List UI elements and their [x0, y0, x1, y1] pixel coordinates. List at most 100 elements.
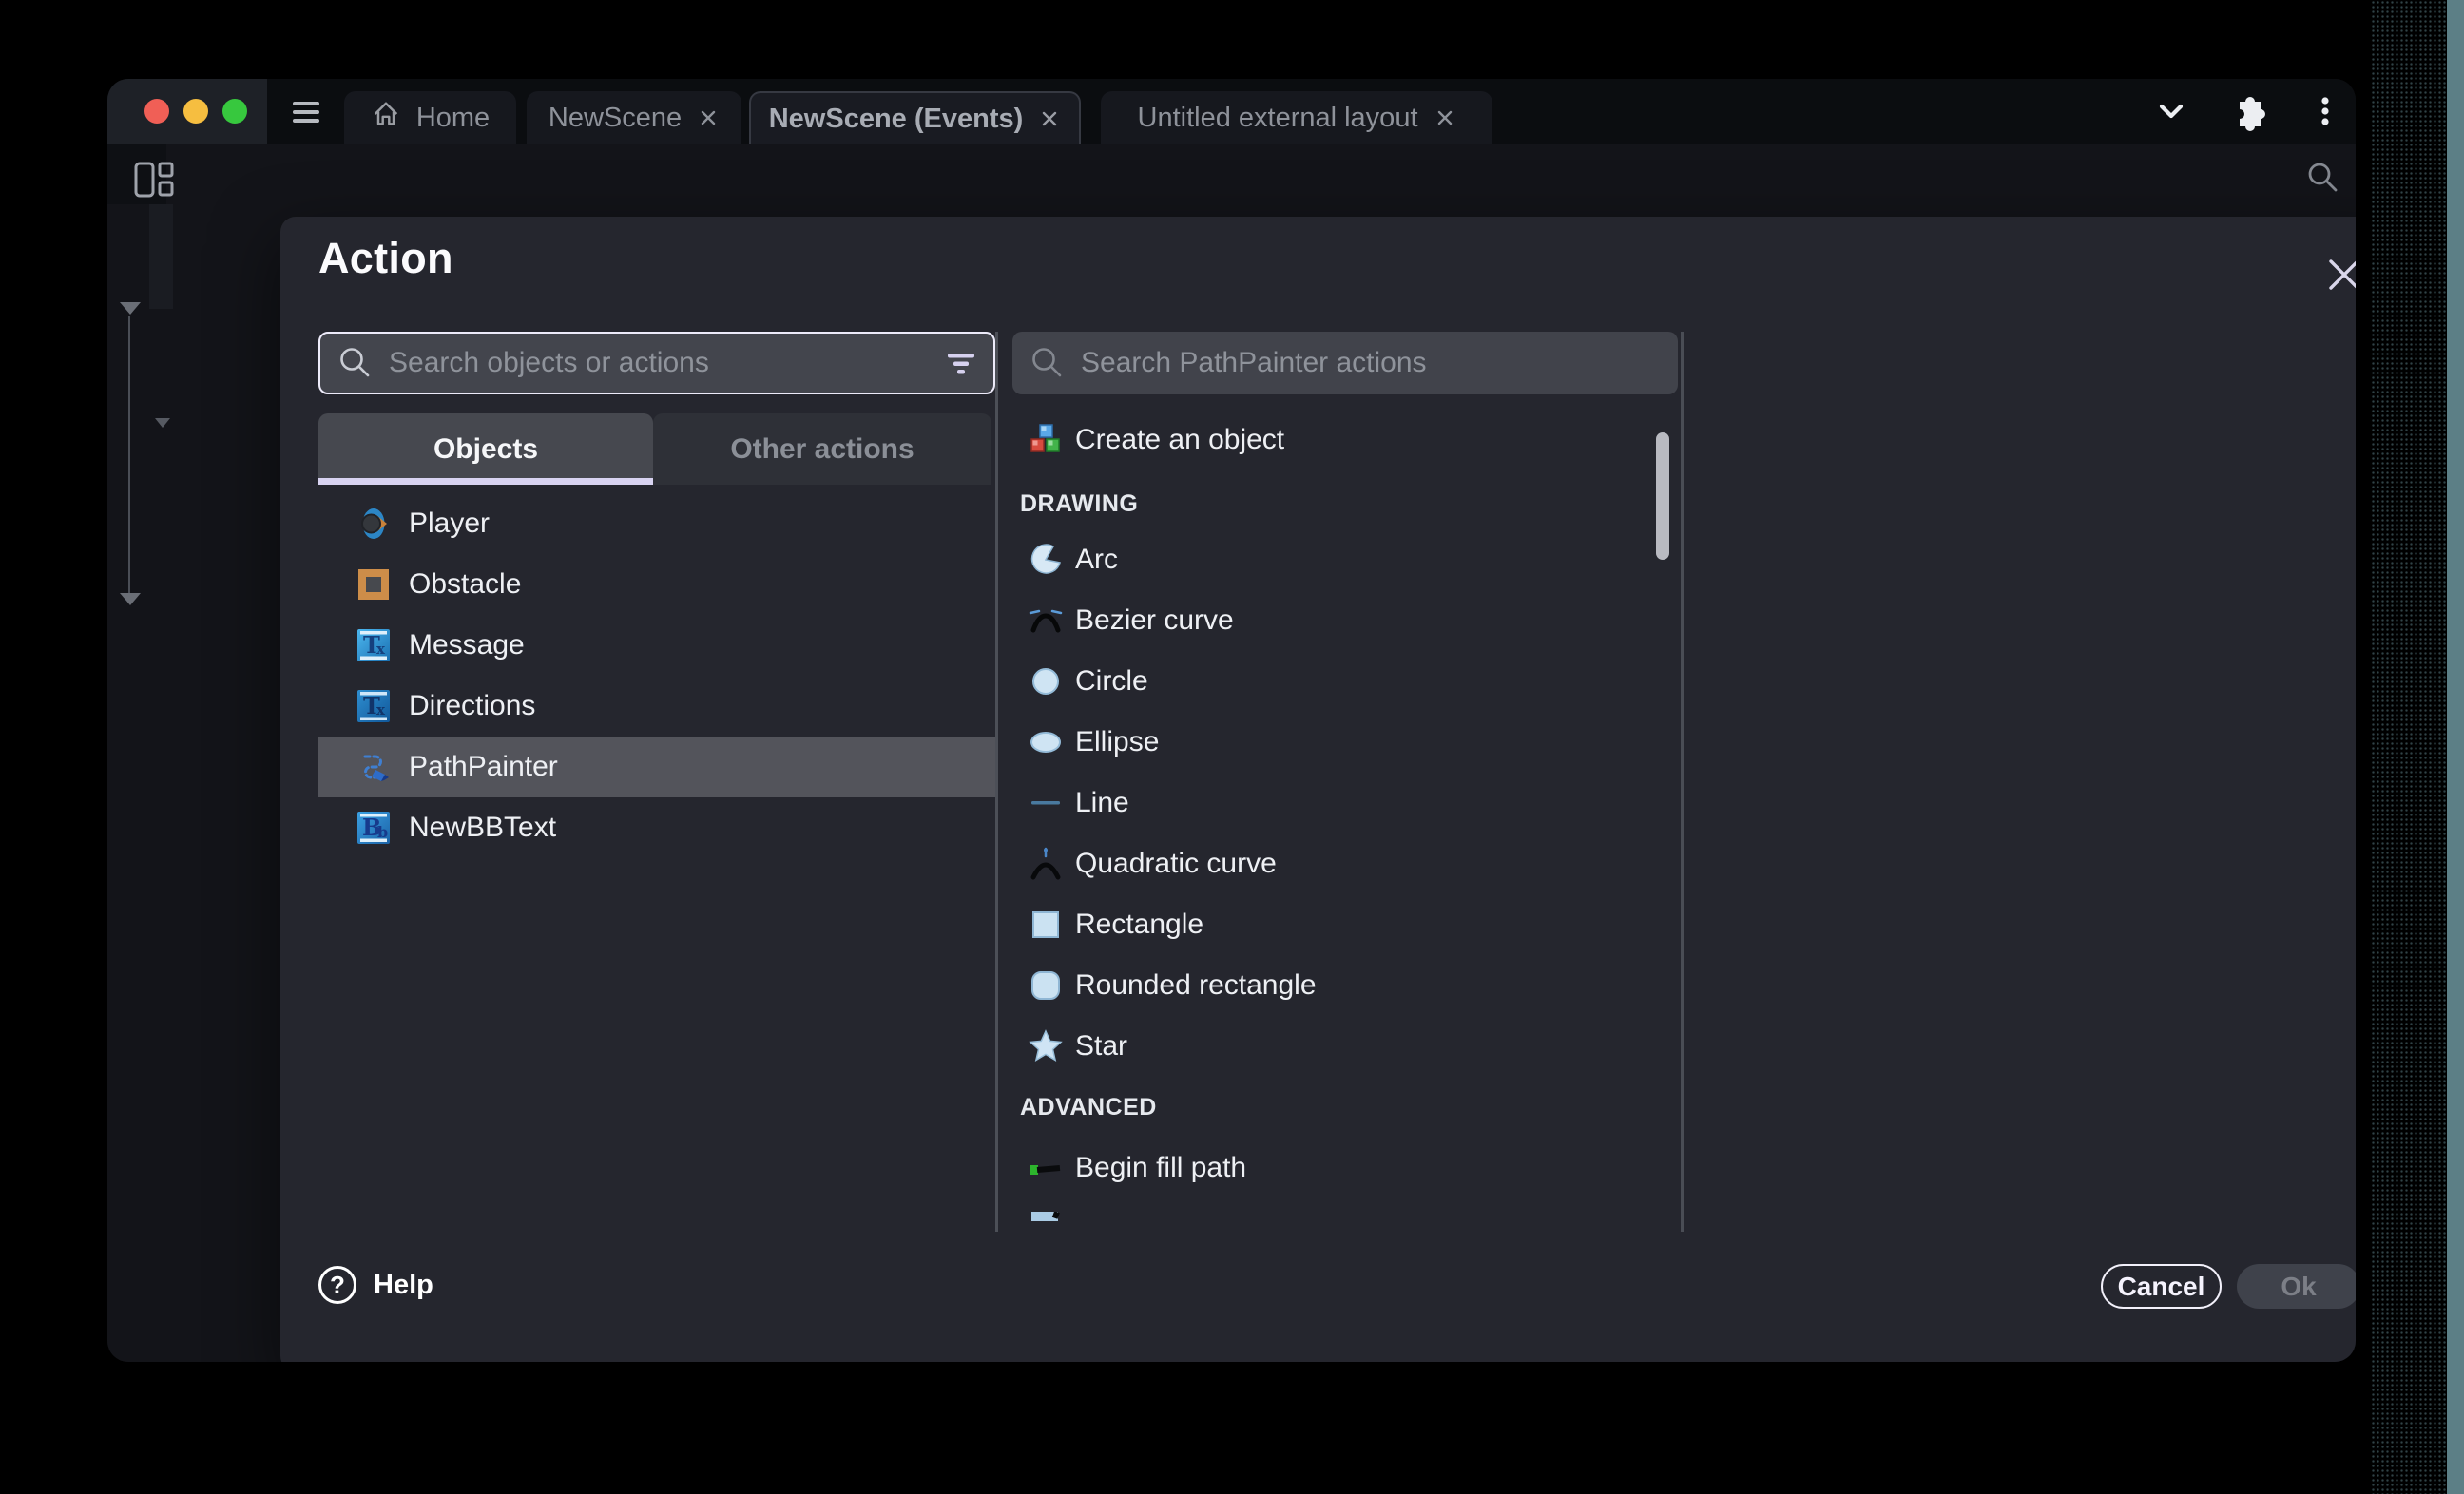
- object-search-box: [318, 332, 995, 394]
- arc-icon: [1029, 543, 1063, 577]
- action-item-begin-fill-path[interactable]: Begin fill path: [1012, 1138, 1673, 1198]
- action-item-create-object[interactable]: Create an object: [1012, 410, 1673, 470]
- action-item-quadratic-curve[interactable]: Quadratic curve: [1012, 833, 1673, 894]
- action-item-label: Arc: [1075, 544, 1118, 576]
- tab-label: Untitled external layout: [1138, 103, 1418, 134]
- events-search-icon[interactable]: [2304, 160, 2340, 196]
- svg-text:b: b: [377, 823, 388, 841]
- object-item-message[interactable]: T x Message: [318, 615, 995, 676]
- close-dialog-icon[interactable]: [2320, 251, 2356, 298]
- wallpaper-strip: [2447, 0, 2464, 1494]
- panel-divider: [995, 332, 998, 1232]
- tab-label: Other actions: [730, 433, 914, 466]
- action-item-label: Rectangle: [1075, 909, 1203, 941]
- desktop-background: Home NewScene NewScene (Events) Untitled…: [0, 0, 2464, 1494]
- tab-newscene[interactable]: NewScene: [527, 91, 741, 144]
- action-item-label: Ellipse: [1075, 726, 1159, 758]
- tab-label: NewScene: [549, 103, 682, 134]
- object-item-label: Message: [409, 629, 525, 661]
- action-item-line[interactable]: Line: [1012, 773, 1673, 833]
- close-tab-icon[interactable]: [1038, 107, 1061, 130]
- chevron-down-icon[interactable]: [2153, 93, 2189, 129]
- line-icon: [1029, 786, 1063, 820]
- action-item-label: Begin fill path: [1075, 1152, 1246, 1184]
- action-item-rounded-rectangle[interactable]: Rounded rectangle: [1012, 955, 1673, 1016]
- action-dialog: Action: [280, 217, 2356, 1362]
- section-header-advanced: ADVANCED: [1012, 1077, 1673, 1138]
- action-search-input[interactable]: [1079, 346, 1678, 380]
- ok-button[interactable]: Ok: [2237, 1264, 2356, 1309]
- object-item-player[interactable]: Player: [318, 493, 995, 554]
- action-item-label: Bezier curve: [1075, 604, 1234, 637]
- obstacle-object-icon: [356, 567, 391, 602]
- action-item-label: Create an object: [1075, 424, 1284, 456]
- window-controls: [107, 79, 267, 144]
- minimize-window-button[interactable]: [183, 99, 208, 124]
- object-item-newbbtext[interactable]: B b NewBBText: [318, 797, 995, 858]
- close-window-button[interactable]: [144, 99, 169, 124]
- tab-bar: Home NewScene NewScene (Events) Untitled…: [107, 79, 2356, 144]
- action-item-ellipse[interactable]: Ellipse: [1012, 712, 1673, 773]
- begin-fill-path-icon: [1029, 1151, 1063, 1185]
- pathpainter-object-icon: [356, 750, 391, 784]
- filter-icon[interactable]: [944, 346, 978, 380]
- action-item-label: Star: [1075, 1030, 1127, 1063]
- kebab-menu-icon[interactable]: [2307, 93, 2343, 129]
- tree-expander-icon[interactable]: [120, 593, 141, 605]
- action-item-circle[interactable]: Circle: [1012, 651, 1673, 712]
- tree-expander-icon[interactable]: [120, 302, 141, 315]
- svg-text:x: x: [376, 701, 386, 718]
- tab-home[interactable]: Home: [344, 91, 516, 144]
- tab-other-actions[interactable]: Other actions: [653, 413, 991, 485]
- circle-icon: [1029, 664, 1063, 699]
- close-tab-icon[interactable]: [1434, 106, 1456, 129]
- bbtext-object-icon: B b: [356, 811, 391, 845]
- action-item-partial[interactable]: [1012, 1198, 1673, 1232]
- scrollbar-track[interactable]: [1681, 332, 1684, 1232]
- rectangle-icon: [1029, 908, 1063, 942]
- action-item-label: Rounded rectangle: [1075, 969, 1317, 1002]
- object-search-input[interactable]: [387, 346, 944, 380]
- events-column: [149, 204, 173, 309]
- help-icon: ?: [318, 1266, 356, 1304]
- object-list: Player Obstacle: [318, 493, 995, 858]
- search-icon: [336, 344, 374, 382]
- create-object-icon: [1029, 423, 1063, 457]
- action-item-bezier-curve[interactable]: Bezier curve: [1012, 590, 1673, 651]
- object-item-obstacle[interactable]: Obstacle: [318, 554, 995, 615]
- help-button[interactable]: ? Help: [318, 1266, 433, 1304]
- bezier-curve-icon: [1029, 603, 1063, 638]
- tab-objects[interactable]: Objects: [318, 413, 653, 485]
- text-object-icon: T x: [356, 689, 391, 723]
- object-item-label: Player: [409, 508, 490, 540]
- action-item-label: Circle: [1075, 665, 1148, 698]
- help-label: Help: [374, 1270, 433, 1301]
- app-window: Home NewScene NewScene (Events) Untitled…: [107, 79, 2356, 1362]
- wallpaper-speckle: [2371, 0, 2449, 1494]
- cancel-button[interactable]: Cancel: [2101, 1264, 2222, 1309]
- action-search-box: [1012, 332, 1678, 394]
- home-icon: [371, 99, 401, 137]
- object-item-directions[interactable]: T x Directions: [318, 676, 995, 737]
- action-item-label: Line: [1075, 787, 1129, 819]
- object-item-label: PathPainter: [409, 751, 558, 783]
- close-tab-icon[interactable]: [697, 106, 720, 129]
- search-icon: [1028, 344, 1066, 382]
- tree-guide-line: [128, 316, 130, 593]
- menu-icon[interactable]: [291, 97, 321, 127]
- layout-grid-icon[interactable]: [134, 162, 174, 198]
- quadratic-curve-icon: [1029, 847, 1063, 881]
- tree-expander-small-icon[interactable]: [155, 418, 170, 428]
- object-item-label: NewBBText: [409, 812, 556, 844]
- star-icon: [1029, 1029, 1063, 1063]
- zoom-window-button[interactable]: [222, 99, 247, 124]
- extensions-puzzle-icon[interactable]: [2228, 93, 2264, 129]
- action-item-star[interactable]: Star: [1012, 1016, 1673, 1077]
- action-item-arc[interactable]: Arc: [1012, 529, 1673, 590]
- help-glyph: ?: [330, 1271, 345, 1300]
- clipped-action-icon: [1029, 1212, 1063, 1232]
- tab-newscene-events[interactable]: NewScene (Events): [749, 91, 1081, 144]
- action-item-rectangle[interactable]: Rectangle: [1012, 894, 1673, 955]
- tab-untitled-external-layout[interactable]: Untitled external layout: [1101, 91, 1492, 144]
- object-item-pathpainter[interactable]: PathPainter: [318, 737, 995, 797]
